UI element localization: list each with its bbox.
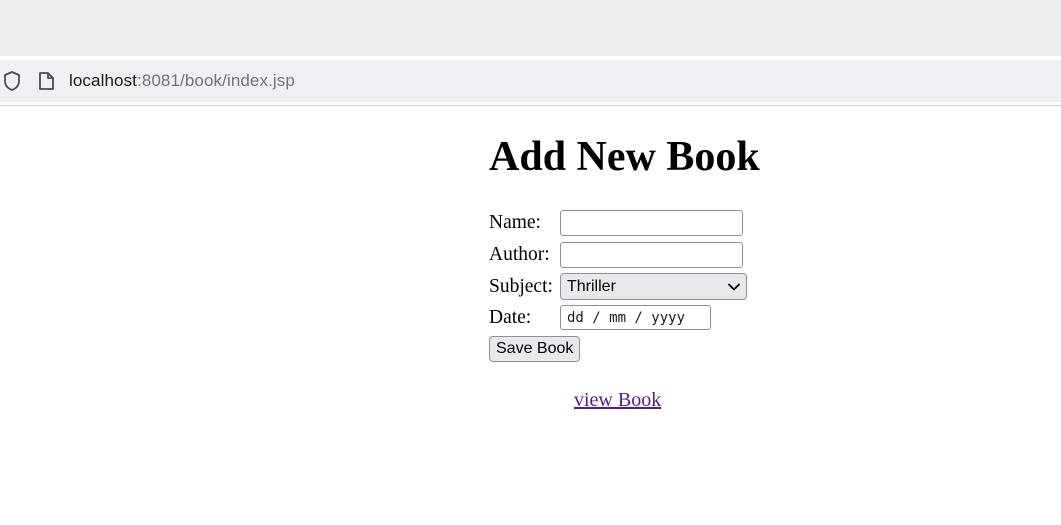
browser-tab-strip	[0, 0, 1061, 56]
url-host: localhost	[69, 71, 137, 90]
subject-select[interactable]: Thriller	[560, 273, 747, 300]
save-row: Save Book	[489, 336, 581, 362]
author-field[interactable]	[560, 242, 743, 268]
page-title: Add New Book	[489, 134, 760, 180]
name-label: Name:	[489, 212, 541, 233]
shield-icon[interactable]	[2, 70, 22, 92]
name-field[interactable]	[560, 210, 743, 236]
url-path: :8081/book/index.jsp	[137, 71, 295, 90]
subject-label: Subject:	[489, 275, 553, 297]
date-placeholder: dd / mm / yyyy	[567, 309, 686, 326]
main-content: Add New Book Name: Author: Subject: Thri…	[489, 134, 760, 362]
date-label: Date:	[489, 306, 532, 328]
author-label: Author:	[489, 244, 550, 265]
subject-selected-value: Thriller	[567, 277, 616, 295]
date-row: Date: dd / mm / yyyy	[489, 305, 711, 330]
author-row: Author:	[489, 242, 743, 268]
view-book-link[interactable]: view Book	[574, 389, 661, 412]
subject-row: Subject: Thriller	[489, 273, 747, 300]
url-text[interactable]: localhost:8081/book/index.jsp	[69, 71, 295, 91]
page-icon	[37, 70, 55, 92]
date-field[interactable]: dd / mm / yyyy	[560, 305, 711, 330]
toolbar-divider	[0, 105, 1061, 106]
name-row: Name:	[489, 210, 743, 236]
chevron-down-icon	[728, 278, 740, 296]
save-book-button[interactable]: Save Book	[489, 336, 581, 362]
